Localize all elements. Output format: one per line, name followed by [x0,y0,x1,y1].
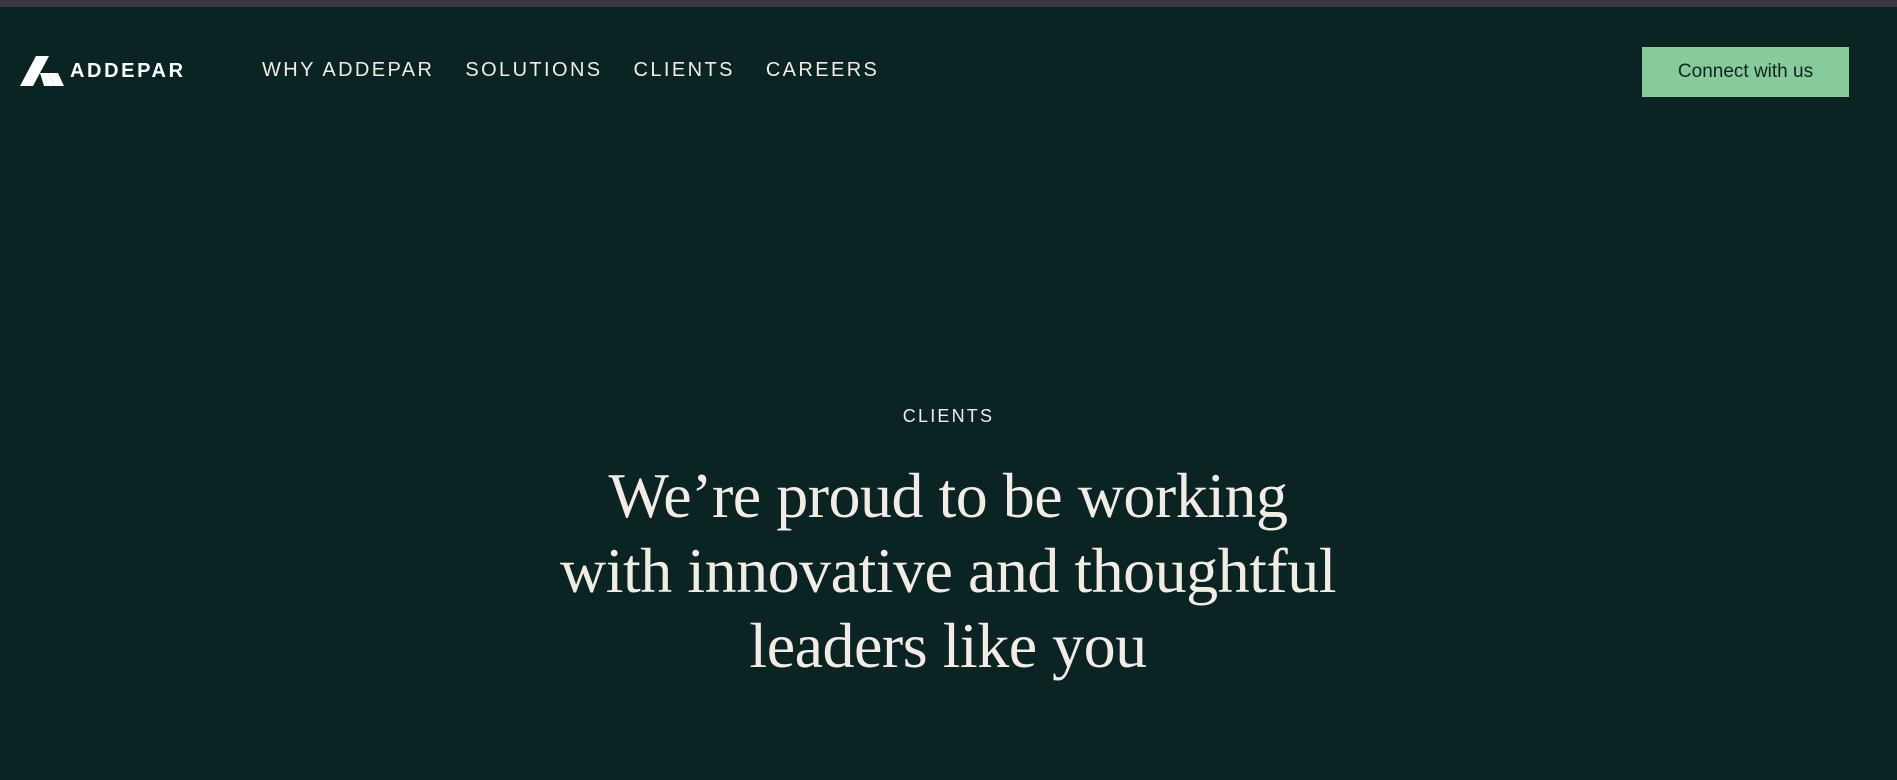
page: ADDEPAR WHY ADDEPAR SOLUTIONS CLIENTS CA… [0,0,1897,780]
nav-item-careers[interactable]: CAREERS [766,57,880,83]
addepar-logo-mark-icon [20,56,64,86]
nav-item-clients[interactable]: CLIENTS [634,57,735,83]
brand-name: ADDEPAR [70,60,186,82]
primary-nav: WHY ADDEPAR SOLUTIONS CLIENTS CAREERS [262,57,910,83]
nav-item-why-addepar[interactable]: WHY ADDEPAR [262,57,434,83]
site-header: ADDEPAR WHY ADDEPAR SOLUTIONS CLIENTS CA… [0,7,1897,133]
browser-top-strip [0,0,1897,7]
addepar-logo-link[interactable]: ADDEPAR [20,56,186,86]
hero-headline: We’re proud to be working with innovativ… [560,460,1337,681]
nav-item-solutions[interactable]: SOLUTIONS [465,57,602,83]
hero-eyebrow: CLIENTS [902,406,995,426]
connect-with-us-button[interactable]: Connect with us [1642,47,1849,97]
